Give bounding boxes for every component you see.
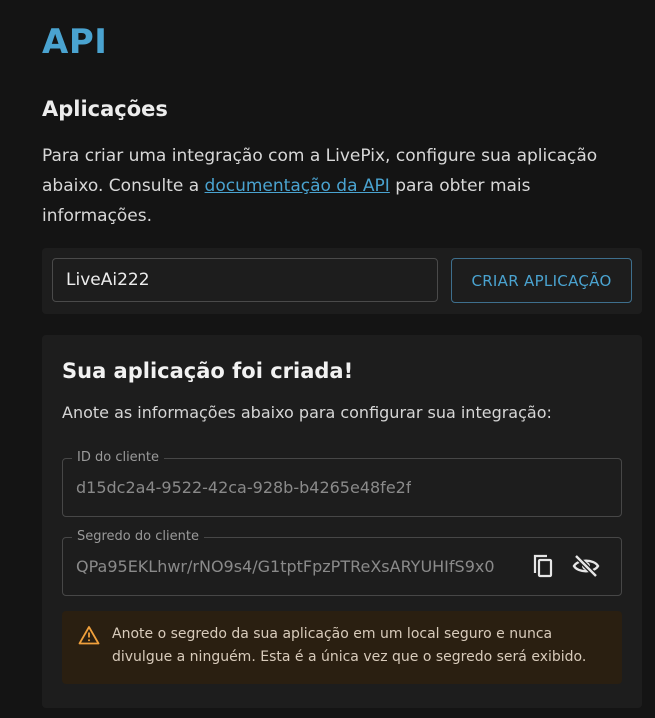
create-application-button[interactable]: CRIAR APLICAÇÃO <box>451 258 632 303</box>
application-name-input[interactable] <box>52 258 438 302</box>
result-description: Anote as informações abaixo para configu… <box>62 403 552 422</box>
client-id-label: ID do cliente <box>72 450 165 466</box>
section-title: Aplicações <box>42 97 168 121</box>
client-secret-field[interactable]: Segredo do cliente QPa95EKLhwr/rNO9s4/G1… <box>62 529 622 596</box>
page-title: API <box>42 22 108 62</box>
api-docs-link[interactable]: documentação da API <box>205 176 390 196</box>
client-secret-value[interactable]: QPa95EKLhwr/rNO9s4/G1tptFpzPTReXsARYUHIf… <box>76 557 516 576</box>
secret-warning-alert: Anote o segredo da sua aplicação em um l… <box>62 611 622 684</box>
application-created-card: Sua aplicação foi criada! Anote as infor… <box>42 335 642 708</box>
result-title: Sua aplicação foi criada! <box>62 359 354 383</box>
create-application-panel: CRIAR APLICAÇÃO <box>42 248 642 314</box>
warning-message: Anote o segredo da sua aplicação em um l… <box>112 626 587 665</box>
warning-icon <box>78 625 100 649</box>
eye-off-icon[interactable] <box>572 552 600 580</box>
client-id-field[interactable]: ID do cliente d15dc2a4-9522-42ca-928b-b4… <box>62 450 622 517</box>
client-secret-label: Segredo do cliente <box>72 529 204 545</box>
copy-icon[interactable] <box>528 552 556 580</box>
intro-text: Para criar uma integração com a LivePix,… <box>42 141 642 231</box>
client-id-value[interactable]: d15dc2a4-9522-42ca-928b-b4265e48fe2f <box>76 478 411 497</box>
